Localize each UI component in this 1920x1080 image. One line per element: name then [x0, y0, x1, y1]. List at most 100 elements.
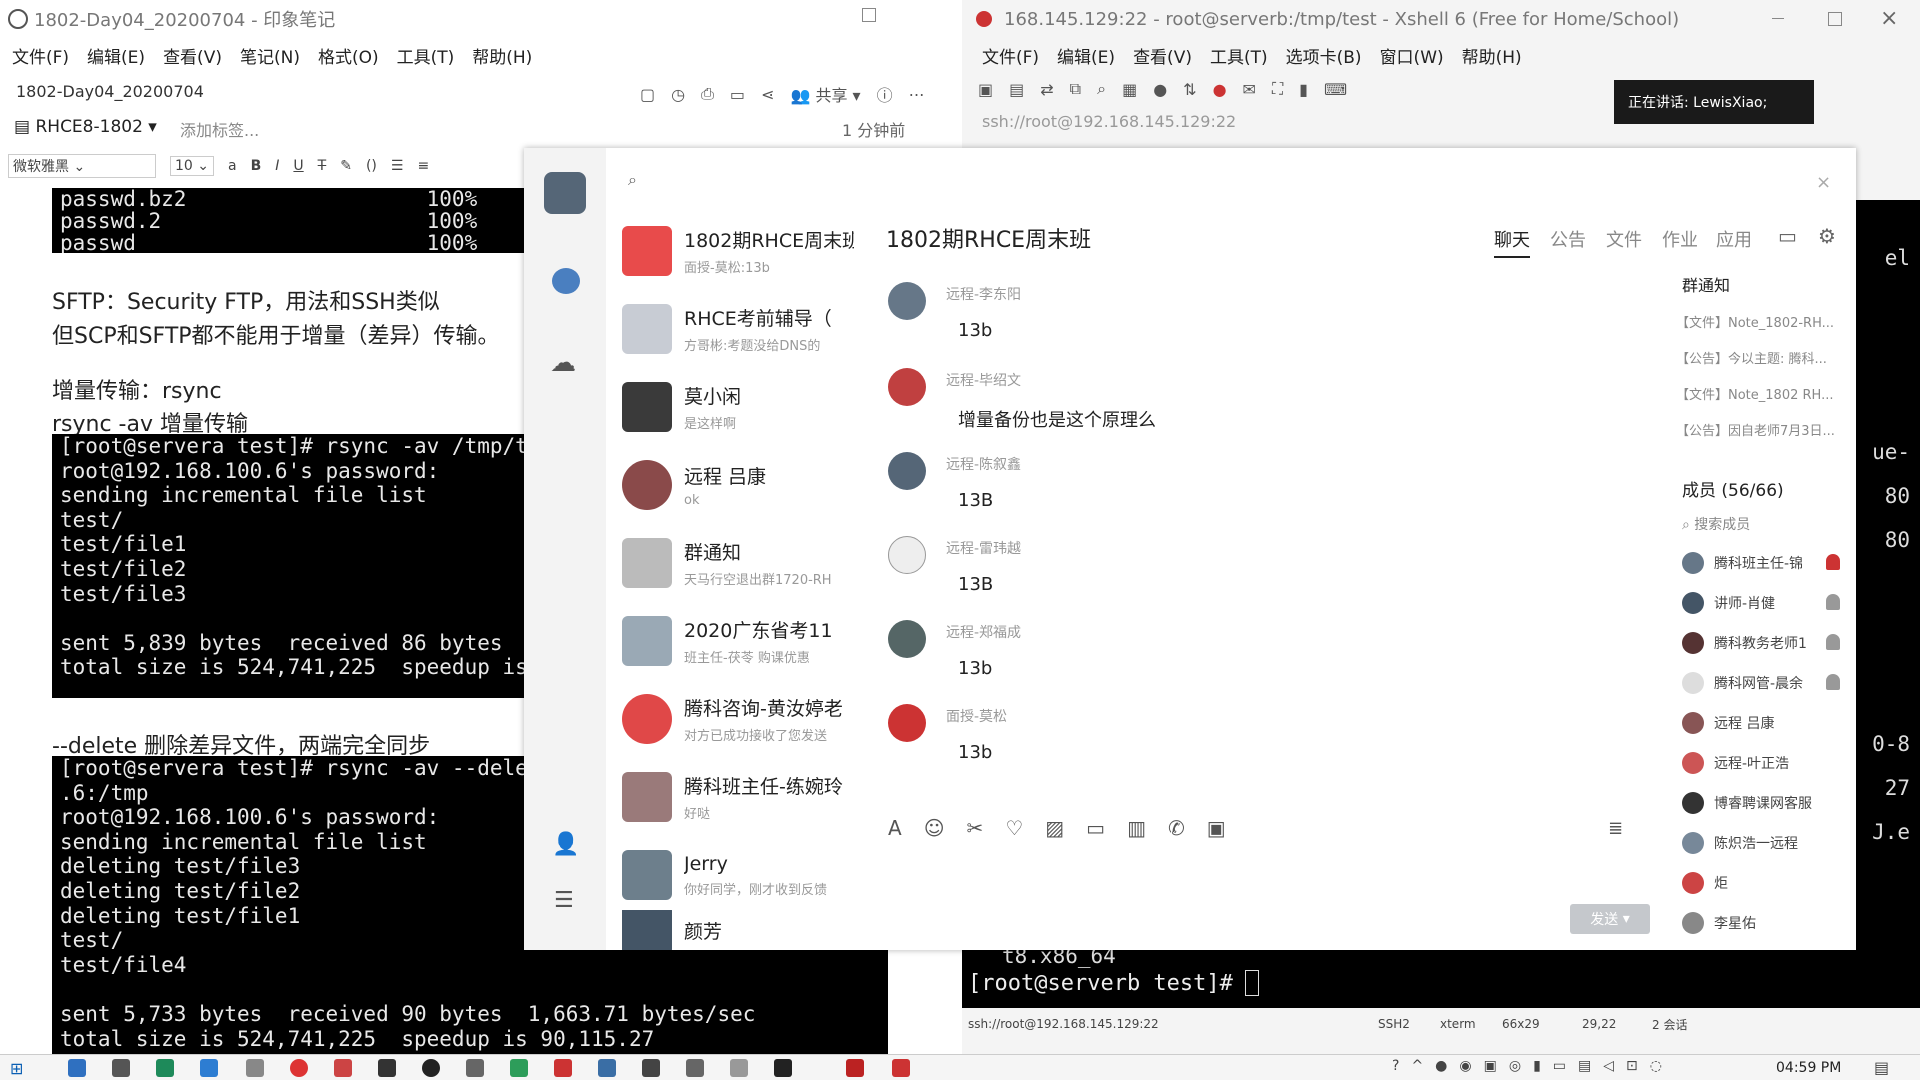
xs-menu-view[interactable]: 查看(V) [1133, 43, 1192, 68]
font-icon[interactable]: A [888, 816, 902, 840]
properties-icon[interactable]: ▦ [1122, 80, 1137, 99]
menu-edit[interactable]: 编辑(E) [87, 43, 145, 68]
strike-icon[interactable]: T [318, 158, 327, 174]
taskbar-app-icon[interactable] [156, 1059, 174, 1077]
network-icon[interactable]: ▤ [1578, 1058, 1591, 1074]
taskbar-app-icon[interactable] [554, 1059, 572, 1077]
notice-item[interactable]: 【文件】Note_1802-RH... [1676, 306, 1846, 342]
taskbar-app-icon[interactable] [422, 1059, 440, 1077]
member-item[interactable]: 腾科班主任-锦 [1682, 552, 1803, 574]
address-bar[interactable]: ssh://root@192.168.145.129:22 [982, 112, 1236, 131]
search-icon[interactable]: ⌕ [628, 170, 637, 190]
more-icon[interactable]: ⋯ [909, 85, 925, 104]
member-item[interactable]: 博睿聘课网客服 [1682, 792, 1812, 814]
chat-item[interactable]: Jerry 你好同学，刚才收到反馈 [622, 836, 882, 914]
close-icon[interactable]: × [1816, 172, 1831, 193]
menu-format[interactable]: 格式(O) [318, 43, 379, 68]
chat-item[interactable]: 腾科班主任-练婉玲 好哒 [622, 758, 882, 836]
battery-icon[interactable]: ▭ [1553, 1058, 1566, 1074]
contacts-icon[interactable]: 👤 [552, 832, 579, 857]
taskbar-app-icon[interactable] [378, 1059, 396, 1077]
windows-start-icon[interactable]: ⊞ [10, 1059, 23, 1078]
volume-icon[interactable]: ◁ [1603, 1058, 1614, 1074]
note-title[interactable]: 1802-Day04_20200704 [16, 82, 204, 101]
reconnect-icon[interactable]: ⇄ [1040, 80, 1053, 99]
clock[interactable]: 04:59 PM [1776, 1060, 1841, 1076]
chat-item[interactable]: RHCE考前辅导（ 方哥彬:考题没给DNS的 [622, 290, 882, 368]
help-icon[interactable]: ? [1392, 1058, 1399, 1074]
member-search[interactable]: ⌕ 搜索成员 [1682, 514, 1750, 534]
chevron-up-icon[interactable]: ^ [1411, 1058, 1423, 1074]
gift-icon[interactable]: ▥ [1127, 816, 1146, 840]
chat-item[interactable]: 颜芳 [622, 910, 882, 950]
share-button[interactable]: 👥 共享 ▾ [790, 82, 860, 106]
tray-app-icon[interactable]: ● [1435, 1058, 1447, 1074]
member-item[interactable]: 远程 吕康 [1682, 712, 1774, 734]
screen-icon[interactable]: ▣ [1207, 816, 1226, 840]
sender-avatar[interactable] [888, 704, 926, 742]
tray-app-icon[interactable]: ◌ [1650, 1058, 1662, 1074]
tab-apps[interactable]: 应用 [1716, 226, 1752, 252]
screen-share-icon[interactable]: ▭ [1778, 224, 1797, 248]
taskbar-app-icon[interactable] [112, 1059, 130, 1077]
notebook-selector[interactable]: ▤ RHCE8-1802 ▾ [14, 117, 157, 137]
tab-chat[interactable]: 聊天 [1494, 226, 1530, 258]
taskbar-app-icon[interactable] [466, 1059, 484, 1077]
taskbar-app-icon[interactable] [730, 1059, 748, 1077]
bold-icon[interactable]: B [251, 158, 262, 174]
send-button[interactable]: 发送 ▾ [1570, 904, 1650, 934]
settings-icon[interactable]: ⚙ [1818, 224, 1836, 248]
taskbar-app-icon[interactable] [598, 1059, 616, 1077]
member-item[interactable]: 炬 [1682, 872, 1728, 894]
tray-app-icon[interactable]: ◉ [1459, 1058, 1471, 1074]
font-family-select[interactable]: 微软雅黑 ⌄ [8, 154, 156, 178]
compose-icon[interactable]: ✉ [1243, 80, 1256, 99]
taskbar-app-icon[interactable] [510, 1059, 528, 1077]
menu-note[interactable]: 笔记(N) [240, 43, 300, 68]
member-item[interactable]: 李星佑 [1682, 912, 1756, 934]
open-icon[interactable]: ▤ [1009, 80, 1024, 99]
globe-icon[interactable]: ● [1153, 80, 1167, 99]
menu-help[interactable]: 帮助(H) [472, 43, 532, 68]
sender-avatar[interactable] [888, 282, 926, 320]
xs-menu-tabs[interactable]: 选项卡(B) [1286, 43, 1362, 68]
highlight-icon[interactable]: ✎ [340, 158, 352, 174]
clip-icon[interactable]: ▢ [640, 85, 655, 104]
lock-icon[interactable]: ▮ [1299, 80, 1308, 99]
notification-icon[interactable]: ▤ [1874, 1058, 1889, 1077]
chat-item[interactable]: 远程 吕康 ok [622, 446, 882, 524]
history-icon[interactable]: ≣ [1608, 818, 1623, 839]
cloud-icon[interactable]: ☁ [550, 348, 576, 378]
menu-file[interactable]: 文件(F) [12, 43, 69, 68]
member-item[interactable]: 远程-叶正浩 [1682, 752, 1789, 774]
fullscreen-icon[interactable]: ⛶ [1272, 79, 1283, 99]
member-item[interactable]: 陈炽浩一远程 [1682, 832, 1798, 854]
sender-avatar[interactable] [888, 536, 926, 574]
font-size-select[interactable]: 10 ⌄ [170, 156, 215, 176]
scissors-icon[interactable]: ✂ [967, 816, 984, 840]
notice-item[interactable]: 【公告】今以主题: 腾科... [1676, 342, 1846, 378]
microphone-icon[interactable]: ▮ [1533, 1058, 1541, 1074]
taskbar-app-icon[interactable] [774, 1059, 792, 1077]
underline-icon[interactable]: U [293, 158, 303, 174]
member-item[interactable]: 腾科网管-晨余 [1682, 672, 1803, 694]
taskbar-app-icon[interactable] [686, 1059, 704, 1077]
chat-item[interactable]: 莫小闲 是这样啊 [622, 368, 882, 446]
taskbar-app-icon[interactable] [846, 1059, 864, 1077]
sender-avatar[interactable] [888, 368, 926, 406]
code-icon[interactable]: () [366, 158, 377, 174]
menu-icon[interactable]: ☰ [554, 888, 574, 913]
taskbar-app-icon[interactable] [200, 1059, 218, 1077]
xs-menu-help[interactable]: 帮助(H) [1462, 43, 1522, 68]
message-icon[interactable] [552, 268, 580, 294]
minimize-icon[interactable] [1772, 18, 1784, 19]
text-color-icon[interactable]: a [228, 158, 237, 174]
share-icon[interactable]: ⋖ [761, 85, 774, 104]
new-session-icon[interactable]: ▣ [978, 80, 993, 99]
tab-homework[interactable]: 作业 [1662, 226, 1698, 252]
taskbar-app-icon[interactable] [334, 1059, 352, 1077]
italic-icon[interactable]: I [275, 158, 279, 174]
add-tag[interactable]: 添加标签... [180, 117, 259, 141]
reminder-icon[interactable]: ◷ [671, 85, 685, 104]
user-avatar[interactable] [544, 172, 586, 214]
